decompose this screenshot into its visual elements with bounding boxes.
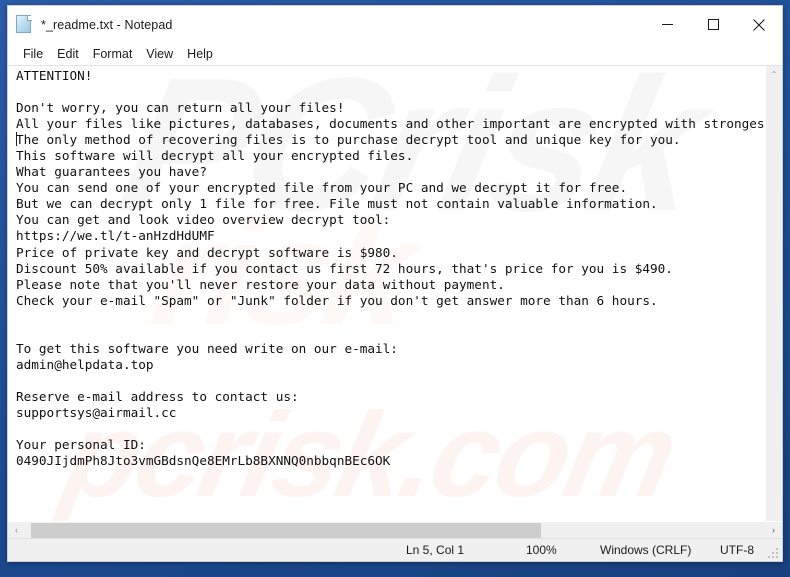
horizontal-scrollbar[interactable]: ‹ › — [8, 521, 782, 539]
notepad-window: *_readme.txt - Notepad File Edit Format … — [7, 5, 783, 562]
scroll-left-icon[interactable]: ‹ — [8, 522, 25, 539]
horizontal-scroll-track[interactable] — [25, 521, 765, 539]
editor-area: PCrisk risk pcrisk.com ATTENTION! Don't … — [8, 65, 782, 539]
editor-row: PCrisk risk pcrisk.com ATTENTION! Don't … — [8, 66, 782, 521]
menu-item-help[interactable]: Help — [180, 46, 220, 63]
minimize-button[interactable] — [644, 6, 690, 43]
minimize-icon — [661, 24, 673, 25]
maximize-icon — [707, 19, 719, 30]
vertical-scrollbar[interactable]: ⌃ — [765, 66, 782, 521]
close-icon — [753, 18, 765, 31]
menu-item-format[interactable]: Format — [86, 46, 140, 63]
title-bar[interactable]: *_readme.txt - Notepad — [8, 6, 782, 43]
document-text: ATTENTION! Don't worry, you can return a… — [16, 68, 765, 469]
resize-grip-icon[interactable] — [767, 547, 779, 559]
document-icon — [16, 15, 33, 34]
maximize-button[interactable] — [690, 6, 736, 43]
close-button[interactable] — [736, 6, 782, 43]
caption-buttons — [644, 6, 782, 43]
scroll-right-icon[interactable]: › — [765, 522, 782, 539]
vertical-scroll-track[interactable] — [766, 83, 783, 521]
menu-item-edit[interactable]: Edit — [50, 46, 86, 63]
status-cursor-position: Ln 5, Col 1 — [406, 543, 465, 557]
status-bar: Ln 5, Col 1 100% Windows (CRLF) UTF-8 — [8, 538, 782, 561]
status-zoom-level[interactable]: 100% — [512, 543, 586, 557]
horizontal-scroll-thumb[interactable] — [31, 522, 541, 538]
window-title: *_readme.txt - Notepad — [41, 17, 173, 32]
text-caret — [16, 132, 17, 146]
menu-item-view[interactable]: View — [139, 46, 180, 63]
text-editor[interactable]: PCrisk risk pcrisk.com ATTENTION! Don't … — [8, 66, 765, 521]
scroll-up-icon[interactable]: ⌃ — [766, 66, 783, 83]
menu-bar: File Edit Format View Help — [8, 43, 782, 65]
status-line-ending[interactable]: Windows (CRLF) — [586, 543, 706, 557]
menu-item-file[interactable]: File — [16, 46, 50, 63]
